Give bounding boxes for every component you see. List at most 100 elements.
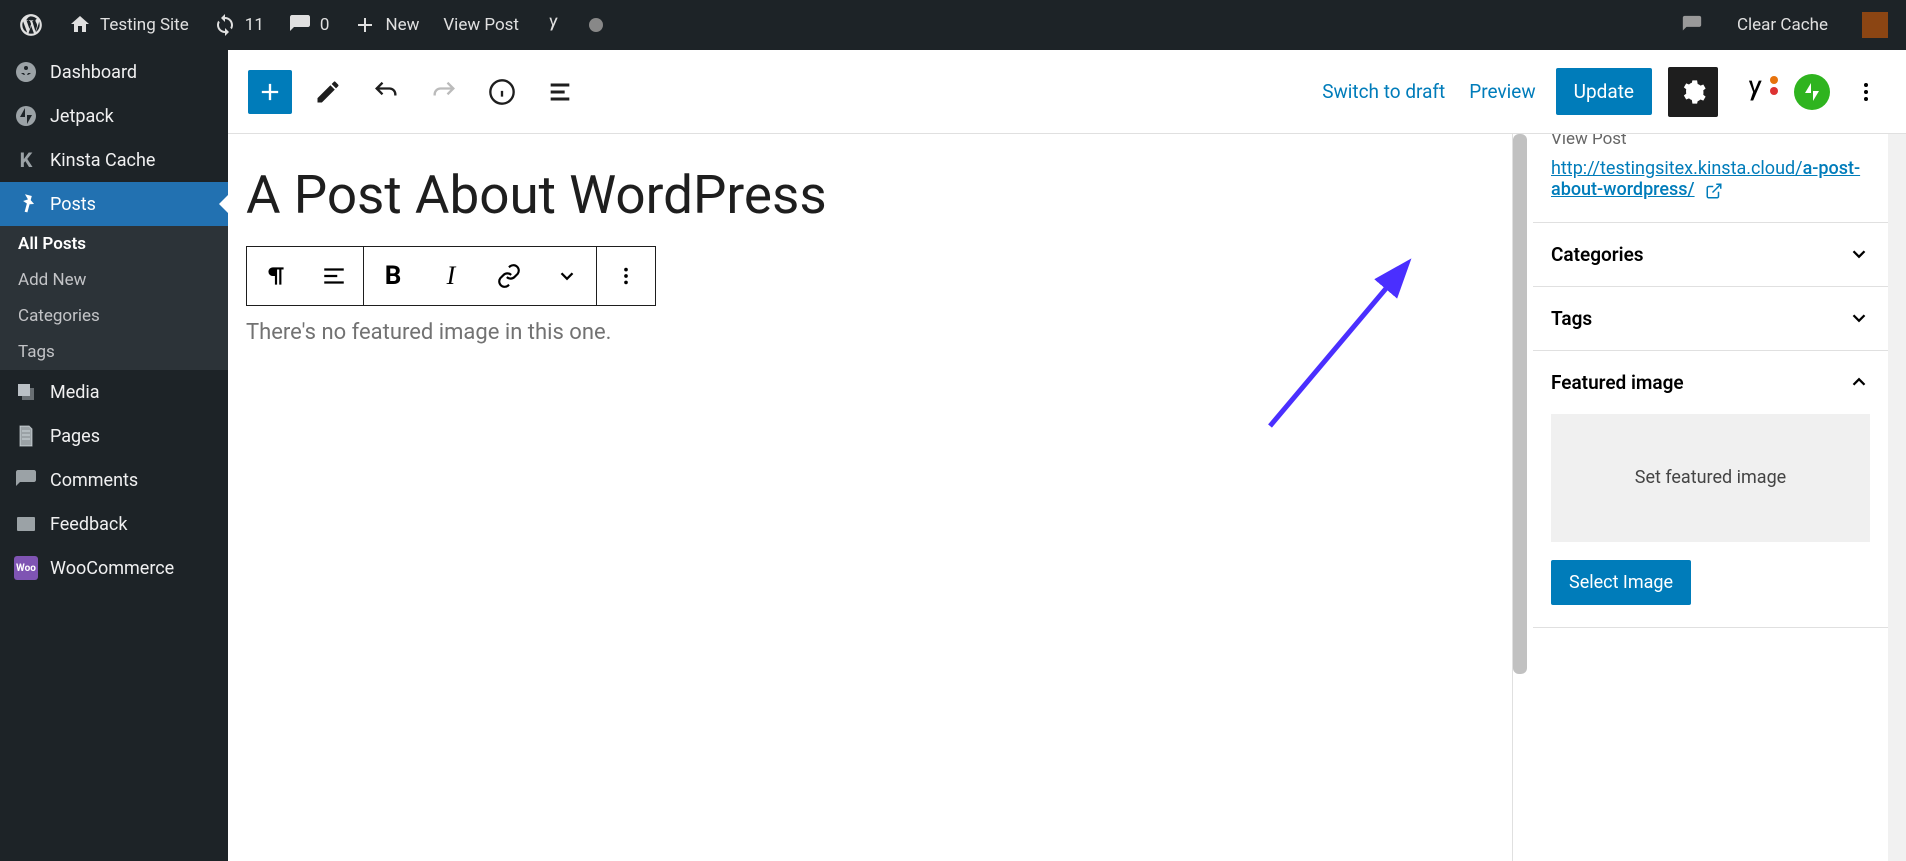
categories-panel: Categories [1533,223,1888,287]
feedback-icon [14,512,38,536]
sidebar-label: Jetpack [50,106,114,127]
editor-area: Switch to draft Preview Update [228,50,1906,861]
woo-icon: Woo [14,556,38,580]
comments-link[interactable]: 0 [278,0,340,50]
sidebar-item-pages[interactable]: Pages [0,414,228,458]
status-link[interactable] [579,0,613,50]
sidebar-label: Kinsta Cache [50,150,155,171]
new-content-link[interactable]: New [343,0,429,50]
more-options-button[interactable] [1846,72,1886,112]
paragraph-block-button[interactable] [247,247,305,305]
speech-bubble-icon [1681,14,1703,36]
bold-button[interactable]: B [364,247,422,305]
sidebar-label: Media [50,382,100,403]
link-button[interactable] [480,247,538,305]
site-name-link[interactable]: Testing Site [58,0,199,50]
comments-count: 0 [320,15,330,35]
updates-icon [213,13,237,37]
sidebar-label: Comments [50,470,138,491]
add-block-button[interactable] [248,70,292,114]
sidebar-label: Dashboard [50,62,137,83]
window-scrollbar[interactable] [1888,134,1906,861]
yoast-link[interactable] [533,0,575,50]
sidebar-label: Pages [50,426,100,447]
permalink-section: http://testingsitex.kinsta.cloud/a-post-… [1533,152,1888,223]
sidebar-item-woocommerce[interactable]: Woo WooCommerce [0,546,228,590]
external-link-icon [1705,182,1723,200]
post-title-input[interactable]: A Post About WordPress [246,164,1494,226]
paragraph-block[interactable]: There's no featured image in this one. [246,320,1494,345]
kebab-icon [1854,80,1878,104]
notes-link[interactable] [1671,0,1713,50]
comments-icon [288,13,312,37]
switch-to-draft-button[interactable]: Switch to draft [1318,80,1449,103]
jetpack-icon [14,104,38,128]
info-button[interactable] [480,70,524,114]
chevron-down-icon [556,265,578,287]
more-formatting-button[interactable] [538,247,596,305]
sidebar-sub-add-new[interactable]: Add New [0,262,228,298]
jetpack-button[interactable] [1794,74,1830,110]
wp-logo[interactable] [8,0,54,50]
updates-link[interactable]: 11 [203,0,274,50]
avatar-icon [1862,12,1888,38]
sidebar-item-posts[interactable]: Posts [0,182,228,226]
align-button[interactable] [305,247,363,305]
sidebar-sub-tags[interactable]: Tags [0,334,228,370]
clear-cache-link[interactable]: Clear Cache [1727,0,1838,50]
site-name-label: Testing Site [100,15,189,35]
preview-button[interactable]: Preview [1465,80,1539,103]
dashboard-icon [14,60,38,84]
outline-button[interactable] [538,70,582,114]
redo-button [422,70,466,114]
sidebar-item-comments[interactable]: Comments [0,458,228,502]
admin-bar: Testing Site 11 0 New View Post [0,0,1906,50]
align-left-icon [321,263,347,289]
sidebar-scrollbar[interactable] [1513,134,1527,674]
sidebar-item-feedback[interactable]: Feedback [0,502,228,546]
view-post-link[interactable]: View Post [433,0,529,50]
info-icon [488,78,516,106]
sidebar-label: Feedback [50,514,127,535]
undo-button[interactable] [364,70,408,114]
jetpack-bolt-icon [1800,80,1824,104]
settings-sidebar: View Post http://testingsitex.kinsta.clo… [1512,134,1888,861]
sidebar-sub-categories[interactable]: Categories [0,298,228,334]
comment-icon [14,468,38,492]
pin-icon [14,192,38,216]
settings-cut-text: View Post [1533,134,1888,152]
tags-panel-toggle[interactable]: Tags [1533,287,1888,350]
set-featured-image-button[interactable]: Set featured image [1551,414,1870,542]
wordpress-icon [18,12,44,38]
chevron-down-icon [1848,243,1870,265]
chevron-down-icon [1848,307,1870,329]
select-image-button[interactable]: Select Image [1551,560,1691,605]
italic-button[interactable]: I [422,247,480,305]
user-profile-link[interactable] [1852,0,1898,50]
chevron-up-icon [1848,371,1870,393]
sidebar-item-jetpack[interactable]: Jetpack [0,94,228,138]
categories-panel-toggle[interactable]: Categories [1533,223,1888,286]
view-post-label: View Post [443,15,519,35]
tags-panel: Tags [1533,287,1888,351]
editor-content[interactable]: A Post About WordPress B I [228,134,1512,861]
sidebar-submenu-posts: All Posts Add New Categories Tags [0,226,228,370]
yoast-icon [543,14,565,36]
featured-image-panel-toggle[interactable]: Featured image [1533,351,1888,414]
media-icon [14,380,38,404]
pilcrow-icon [263,263,289,289]
status-dot-icon [589,18,603,32]
edit-mode-button[interactable] [306,70,350,114]
settings-toggle-button[interactable] [1668,67,1718,117]
sidebar-sub-all-posts[interactable]: All Posts [0,226,228,262]
sidebar-item-media[interactable]: Media [0,370,228,414]
update-button[interactable]: Update [1556,68,1652,115]
sidebar-item-kinsta-cache[interactable]: K Kinsta Cache [0,138,228,182]
block-more-button[interactable] [597,247,655,305]
list-icon [546,78,574,106]
sidebar-item-dashboard[interactable]: Dashboard [0,50,228,94]
kebab-icon [615,265,637,287]
yoast-button[interactable] [1734,70,1778,114]
pencil-icon [314,78,342,106]
sidebar-label: WooCommerce [50,558,174,579]
